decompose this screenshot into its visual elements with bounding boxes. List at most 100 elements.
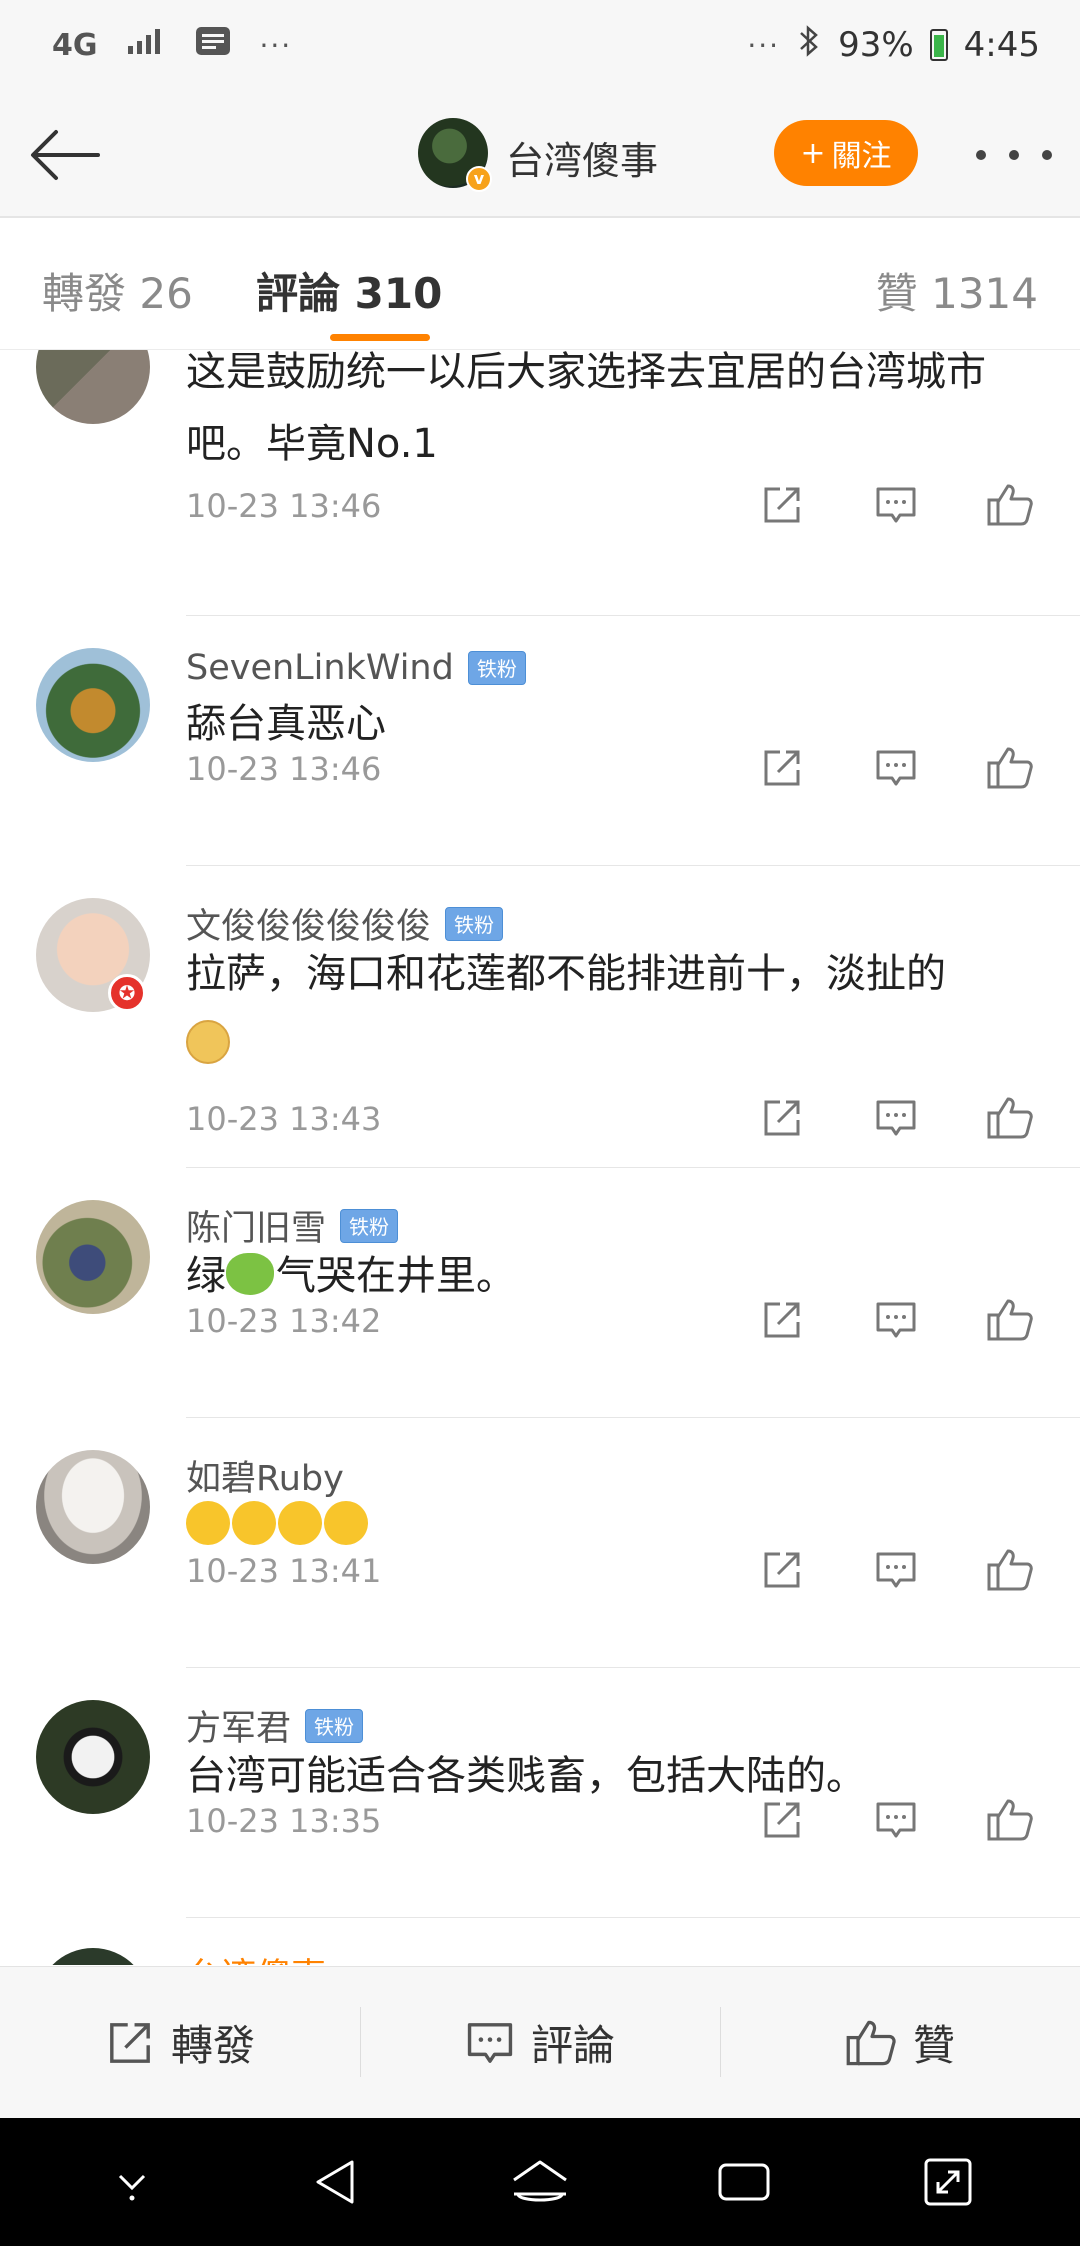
comment-list[interactable]: 这是鼓励统一以后大家选择去宜居的台湾城市吧。毕竟No.1 10-23 13:46… [0,350,1080,1965]
repost-icon [764,750,800,786]
tab-comment[interactable]: 評論 310 [256,260,442,321]
comment-action[interactable] [866,1290,926,1350]
battery-icon [929,29,948,61]
comment-action[interactable] [866,1790,926,1850]
nav-home-button[interactable] [490,2137,590,2227]
bottom-action-bar: 轉發 評論 贊 [0,1966,1080,2118]
hide-keyboard-button[interactable] [82,2137,182,2227]
comment-text-part: 气哭在井里。 [276,1253,516,1299]
fan-badge: 铁粉 [340,1208,399,1243]
repost-action[interactable] [752,738,812,798]
back-button[interactable] [26,120,106,190]
repost-button[interactable]: 轉發 [0,1967,360,2118]
comment-time: 10-23 13:42 [186,1302,382,1340]
thumbs-up-icon [846,2020,896,2065]
repost-icon [764,1552,800,1588]
divider [186,1667,1080,1668]
thumbs-up-icon [987,1799,1033,1841]
repost-action[interactable] [752,475,812,535]
comment-time: 10-23 13:41 [186,1552,382,1590]
like-action[interactable] [980,1790,1040,1850]
sleepy-emoji-icon [324,1501,368,1545]
comment-action[interactable] [866,475,926,535]
repost-action[interactable] [752,1790,812,1850]
like-button[interactable]: 贊 [720,1967,1080,2118]
more-dot [1009,150,1019,160]
comment-icon [876,1302,916,1338]
message-icon [194,25,232,66]
expand-icon [924,2158,972,2206]
fan-badge: 铁粉 [305,1708,364,1743]
repost-icon [764,487,800,523]
avatar[interactable] [36,1200,150,1314]
comment-icon [876,1802,916,1838]
like-action[interactable] [980,1540,1040,1600]
avatar[interactable] [36,350,150,424]
comment-icon [876,750,916,786]
screen: 4G ··· ··· 93% 4:45 v 台湾傻事 + 關注 轉發 26 評論… [0,0,1080,2246]
sleepy-emoji-icon [186,1501,230,1545]
username[interactable]: SevenLinkWind [186,648,454,688]
avatar[interactable] [36,1450,150,1564]
repost-icon [764,1302,800,1338]
nav-expand-button[interactable] [898,2137,998,2227]
like-action[interactable] [980,738,1040,798]
repost-action[interactable] [752,1540,812,1600]
page-title[interactable]: 台湾傻事 [506,130,658,185]
more-options-button[interactable] [976,130,1052,180]
sleepy-emoji-icon [232,1501,276,1545]
repost-action[interactable] [752,1290,812,1350]
repost-icon [110,2022,150,2063]
verified-badge-icon: v [466,166,492,192]
like-action[interactable] [980,475,1040,535]
network-indicator: 4G [52,27,98,63]
top-navigation: v 台湾傻事 + 關注 [0,90,1080,218]
follow-button[interactable]: + 關注 [774,120,918,186]
member-badge-icon: ✪ [108,974,146,1012]
divider [186,1167,1080,1168]
thumbs-up-icon [987,1097,1033,1139]
notification-dots: ··· [259,28,293,62]
comment-label: 評論 [530,2021,615,2070]
avatar[interactable] [36,1700,150,1814]
thumbs-up-icon [987,1549,1033,1591]
thumbs-up-icon [987,747,1033,789]
doge-emoji-icon [186,1020,230,1064]
comment-action[interactable] [866,738,926,798]
avatar[interactable] [36,648,150,762]
comment-time: 10-23 13:35 [186,1802,382,1840]
comment-action[interactable] [866,1540,926,1600]
repost-label: 轉發 [170,2021,255,2070]
more-dot [976,150,986,160]
follow-label: 關注 [831,139,892,174]
repost-icon [764,1100,800,1136]
nav-recents-button[interactable] [694,2137,794,2227]
comment-action[interactable] [866,1088,926,1148]
comment-time: 10-23 13:46 [186,487,382,525]
fan-badge: 铁粉 [467,651,526,685]
divider [186,615,1080,616]
like-action[interactable] [980,1088,1040,1148]
recents-icon [718,2163,770,2201]
tab-like[interactable]: 贊 1314 [876,260,1038,321]
home-icon [513,2160,567,2202]
back-triangle-icon [316,2160,354,2204]
divider [186,1917,1080,1918]
nav-back-button[interactable] [286,2137,386,2227]
comment-header: SevenLinkWind 铁粉 [186,648,526,688]
bluetooth-icon [796,24,822,67]
back-arrow-icon [31,130,100,180]
divider [186,1417,1080,1418]
repost-action[interactable] [752,1088,812,1148]
tab-repost[interactable]: 轉發 26 [42,260,193,321]
comment-time: 10-23 13:43 [186,1100,382,1138]
comment-icon [876,1552,916,1588]
comment-text: 这是鼓励统一以后大家选择去宜居的台湾城市吧。毕竟No.1 [186,350,986,467]
more-dot [1042,150,1052,160]
like-action[interactable] [980,1290,1040,1350]
clock: 4:45 [963,25,1040,65]
username[interactable]: 台湾傻事 [186,1948,326,1965]
active-tab-indicator [330,334,430,341]
comment-button[interactable]: 評論 [360,1967,720,2118]
avatar[interactable] [36,1948,150,1965]
